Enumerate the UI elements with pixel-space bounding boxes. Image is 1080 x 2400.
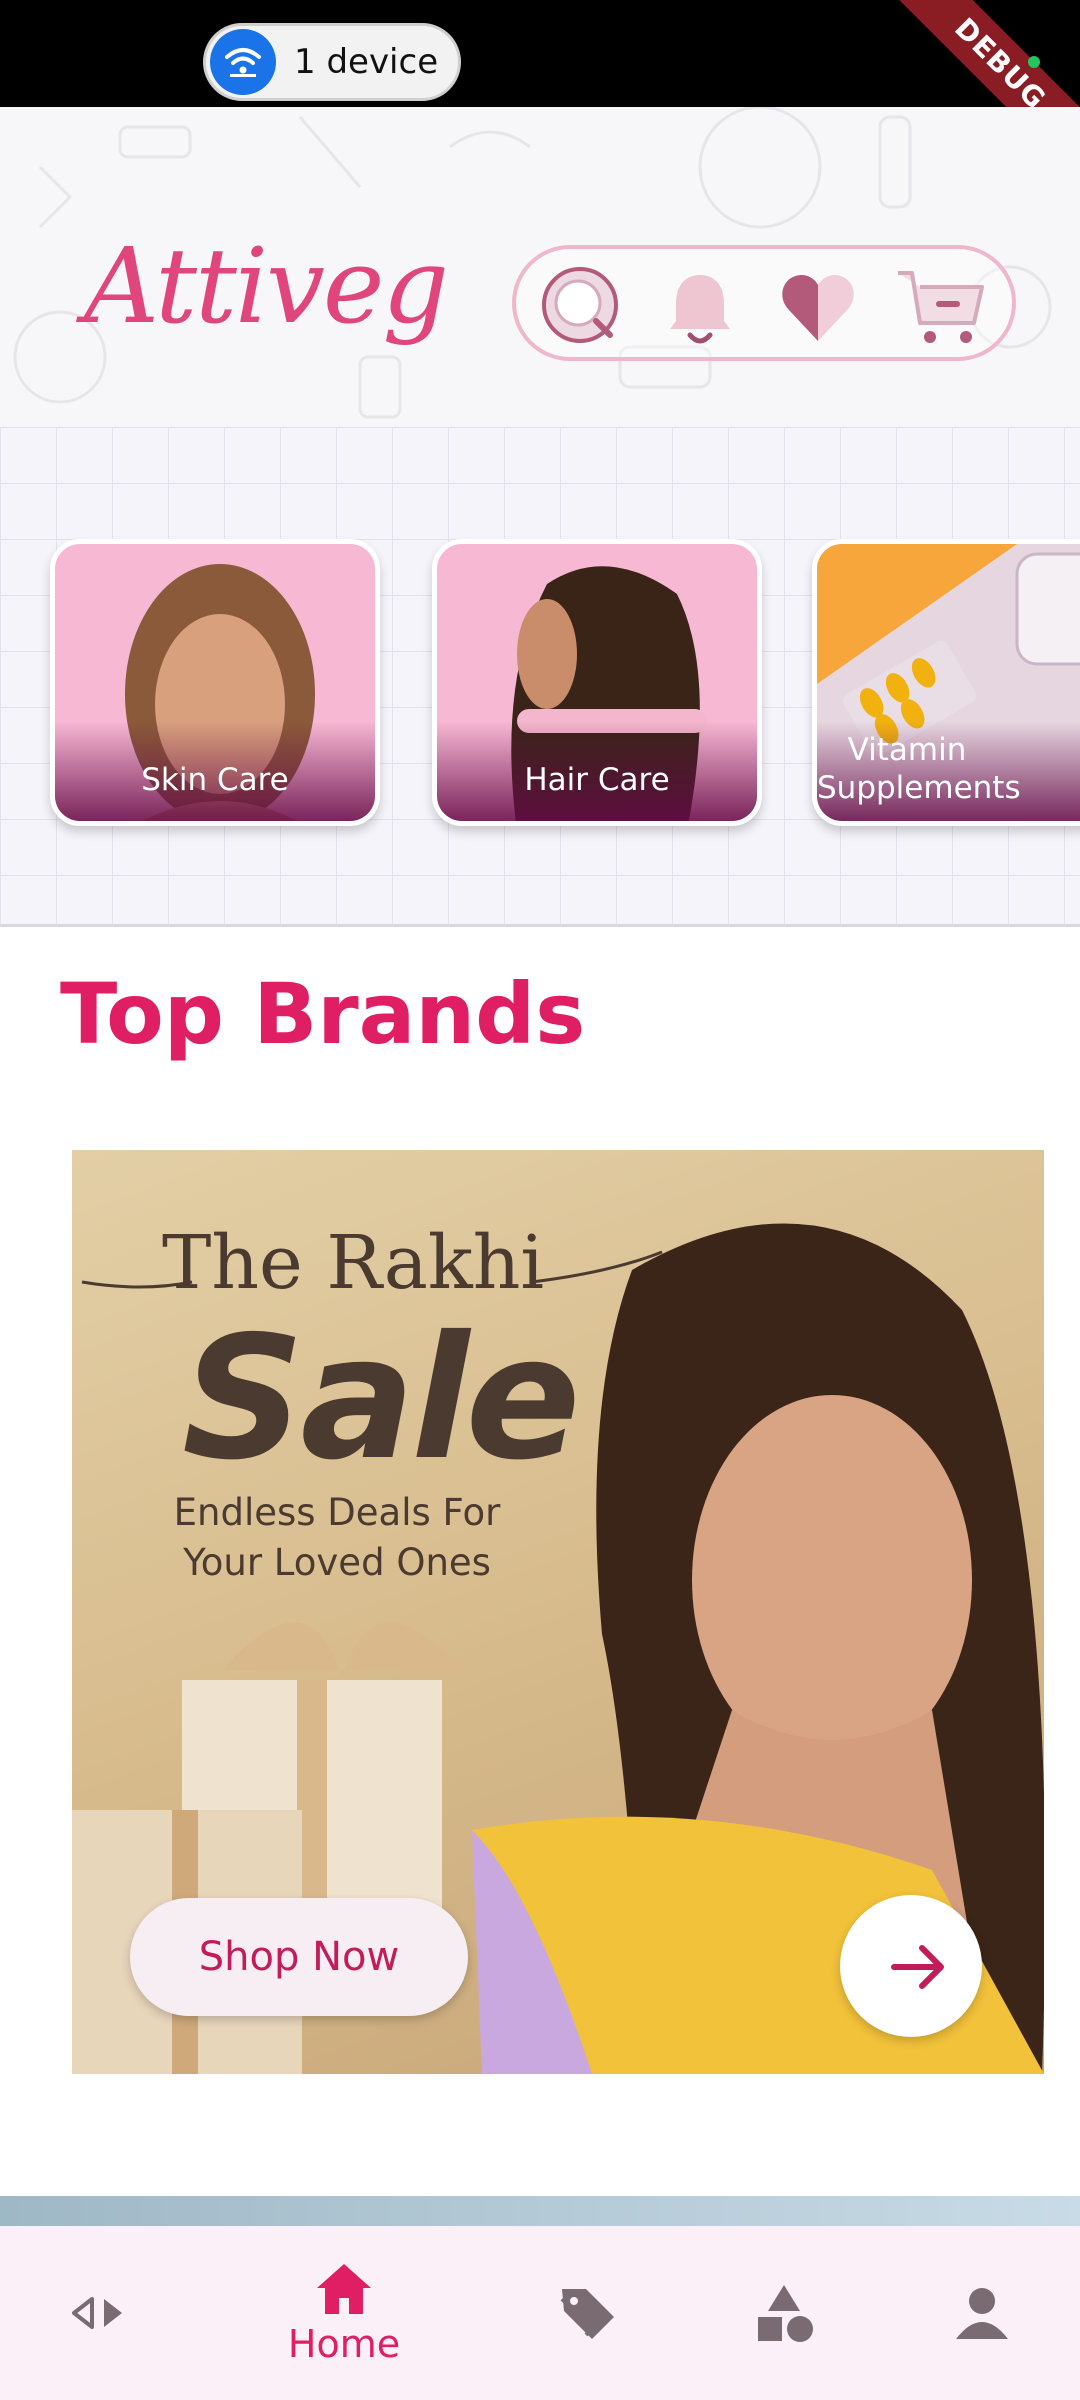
shapes-icon <box>758 2285 813 2342</box>
next-section-peek <box>0 2196 1080 2226</box>
category-label: Vitamin Supplements <box>817 732 1021 806</box>
next-banner-button[interactable] <box>840 1895 982 2037</box>
banner-subtitle: Endless Deals For Your Loved Ones <box>173 1491 501 1584</box>
banner-headline: The Rakhi <box>162 1220 545 1306</box>
app-logo: Attiveg <box>84 225 449 347</box>
arrow-right-icon <box>891 1945 944 1989</box>
person-icon <box>956 2288 1008 2339</box>
category-carousel[interactable]: Skin Care Hair Care Vitamin Supplements <box>0 427 1080 927</box>
banner-headline-big: Sale <box>182 1300 581 1498</box>
category-label: Skin Care <box>141 762 289 798</box>
nav-label-home: Home <box>287 2322 401 2366</box>
app-header: Attiveg <box>0 107 1080 427</box>
promo-banner[interactable]: The Rakhi Sale Endless Deals For Your Lo… <box>72 1150 1044 2074</box>
status-bar: 1 device DEBUG <box>0 0 1080 107</box>
bell-icon[interactable] <box>656 263 744 351</box>
nav-item-offers[interactable] <box>548 2226 628 2400</box>
category-card-skin-care[interactable]: Skin Care <box>50 539 380 826</box>
nav-item-profile[interactable] <box>942 2226 1022 2400</box>
code-icon <box>72 2297 122 2329</box>
category-label: Hair Care <box>524 762 670 798</box>
section-title: Top Brands <box>60 965 586 1063</box>
wifi-icon <box>210 29 276 95</box>
status-dot <box>1028 56 1040 68</box>
debug-banner: DEBUG <box>875 0 1080 107</box>
heart-icon[interactable] <box>774 263 862 351</box>
category-card-vitamin-supplements[interactable]: Vitamin Supplements <box>812 539 1080 826</box>
connected-devices-chip[interactable]: 1 device <box>203 23 461 101</box>
nav-item-categories[interactable] <box>746 2226 826 2400</box>
home-icon <box>317 2264 371 2314</box>
shop-now-button[interactable]: Shop Now <box>130 1898 468 2016</box>
nav-item-home[interactable]: Home <box>264 2226 424 2400</box>
search-icon[interactable] <box>538 263 626 351</box>
tag-icon <box>560 2289 614 2339</box>
header-actions <box>512 245 1016 361</box>
device-count-label: 1 device <box>294 42 439 82</box>
category-card-hair-care[interactable]: Hair Care <box>432 539 762 826</box>
bottom-navigation: Home <box>0 2226 1080 2400</box>
nav-item-dev[interactable] <box>48 2226 148 2400</box>
cart-icon[interactable] <box>892 263 984 351</box>
